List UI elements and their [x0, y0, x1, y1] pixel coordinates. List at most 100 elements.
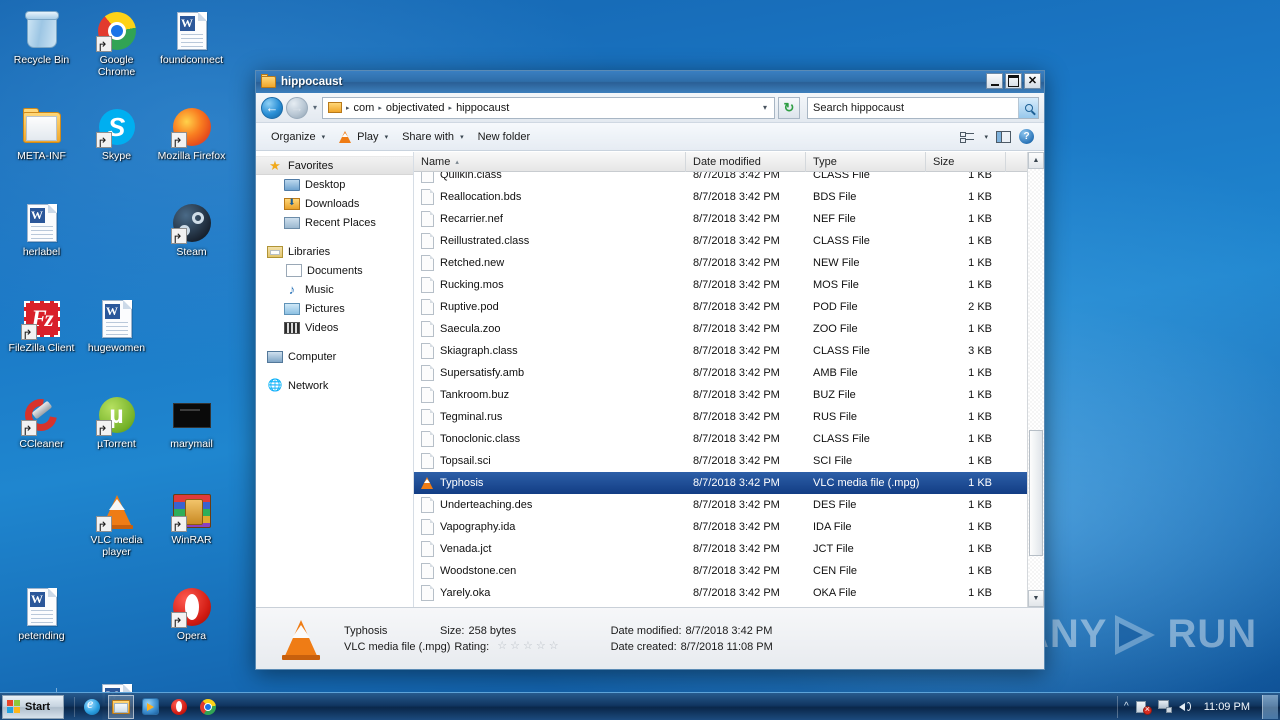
- file-explorer-window[interactable]: hippocaust ✕ ← → ▾ ▸ com ▸ objectivated …: [255, 70, 1045, 670]
- recent-locations-dropdown-icon[interactable]: ▾: [313, 103, 317, 112]
- table-row[interactable]: Recarrier.nef 8/7/2018 3:42 PM NEF File 1 K…: [414, 208, 1027, 230]
- new-folder-button[interactable]: New folder: [471, 128, 538, 146]
- search-box[interactable]: Search hippocaust: [807, 96, 1039, 119]
- table-row[interactable]: Tonoclonic.class 8/7/2018 3:42 PM CLASS Fi…: [414, 428, 1027, 450]
- breadcrumb-separator[interactable]: ▸: [447, 104, 455, 112]
- table-row[interactable]: Supersatisfy.amb 8/7/2018 3:42 PM AMB File…: [414, 362, 1027, 384]
- desktop-icon-herlabel[interactable]: W herlabel: [4, 198, 79, 294]
- table-row[interactable]: Tankroom.buz 8/7/2018 3:42 PM BUZ File 1 KB: [414, 384, 1027, 406]
- sidebar-item-downloads[interactable]: Downloads: [256, 194, 413, 213]
- start-button[interactable]: Start: [2, 694, 64, 719]
- table-row[interactable]: Ruptive.pod 8/7/2018 3:42 PM POD File 2 KB: [414, 296, 1027, 318]
- desktop-icon-meta-inf[interactable]: META-INF: [4, 102, 79, 198]
- desktop-icon-ccleaner[interactable]: CCleaner: [4, 390, 79, 486]
- preview-pane-icon[interactable]: [996, 130, 1011, 143]
- table-row[interactable]: Venada.jct 8/7/2018 3:42 PM JCT File 1 KB: [414, 538, 1027, 560]
- taskbar-item-opera[interactable]: [166, 695, 192, 719]
- volume-icon[interactable]: [1178, 700, 1193, 713]
- clock[interactable]: 11:09 PM: [1200, 701, 1254, 713]
- scrollbar-track[interactable]: [1028, 169, 1044, 590]
- taskbar-item-windows-media-player[interactable]: [137, 695, 163, 719]
- desktop[interactable]: Recycle Bin Google Chrome W foundconnect…: [0, 0, 1280, 720]
- network-icon[interactable]: [1157, 700, 1172, 713]
- column-header-name[interactable]: Name ▴: [414, 151, 686, 172]
- sidebar-item-favorites[interactable]: ★ Favorites: [256, 156, 413, 175]
- table-row[interactable]: Underteaching.des 8/7/2018 3:42 PM DES Fil…: [414, 494, 1027, 516]
- table-row[interactable]: Rucking.mos 8/7/2018 3:42 PM MOS File 1 KB: [414, 274, 1027, 296]
- window-titlebar[interactable]: hippocaust ✕: [256, 71, 1044, 93]
- table-row[interactable]: Topsail.sci 8/7/2018 3:42 PM SCI File 1 KB: [414, 450, 1027, 472]
- table-row[interactable]: Vapography.ida 8/7/2018 3:42 PM IDA File 1 …: [414, 516, 1027, 538]
- desktop-icon-marymail[interactable]: marymail: [154, 390, 229, 486]
- table-row[interactable]: Reallocation.bds 8/7/2018 3:42 PM BDS File…: [414, 186, 1027, 208]
- desktop-icon-winrar[interactable]: WinRAR: [154, 486, 229, 582]
- rating-star[interactable]: ☆: [536, 641, 546, 652]
- breadcrumb-separator[interactable]: ▸: [376, 104, 384, 112]
- sidebar-item-recent-places[interactable]: Recent Places: [256, 213, 413, 232]
- desktop-icon-google-chrome[interactable]: Google Chrome: [79, 6, 154, 102]
- table-row[interactable]: Reillustrated.class 8/7/2018 3:42 PM CLASS…: [414, 230, 1027, 252]
- desktop-icon-hugewomen[interactable]: W hugewomen: [79, 294, 154, 390]
- table-row[interactable]: Tegminal.rus 8/7/2018 3:42 PM RUS File 1 KB: [414, 406, 1027, 428]
- view-options-icon[interactable]: [960, 131, 975, 143]
- breadcrumb-item-com[interactable]: com: [352, 102, 377, 114]
- taskbar-item-windows-explorer[interactable]: [108, 694, 134, 719]
- sidebar-item-music[interactable]: ♪ Music: [256, 280, 413, 299]
- rating-star[interactable]: ☆: [523, 641, 533, 652]
- chevron-down-icon[interactable]: ▾: [759, 103, 771, 112]
- sidebar-item-computer[interactable]: Computer: [256, 347, 413, 366]
- desktop-icon-opera[interactable]: Opera: [154, 582, 229, 678]
- desktop-icon-skype[interactable]: S Skype: [79, 102, 154, 198]
- breadcrumb-separator[interactable]: ▸: [344, 104, 352, 112]
- desktop-icon-vlc-media-player[interactable]: VLC media player: [79, 486, 154, 582]
- sidebar-item-libraries[interactable]: Libraries: [256, 242, 413, 261]
- column-header-type[interactable]: Type: [806, 151, 926, 172]
- chevron-down-icon[interactable]: ▾: [984, 133, 988, 141]
- play-button[interactable]: Play ▾: [332, 128, 395, 146]
- show-desktop-icon[interactable]: [1262, 694, 1278, 719]
- desktop-icon-foundconnect[interactable]: W foundconnect: [154, 6, 229, 102]
- table-row[interactable]: Woodstone.cen 8/7/2018 3:42 PM CEN File 1 K…: [414, 560, 1027, 582]
- table-row[interactable]: Typhosis 8/7/2018 3:42 PM VLC media file (…: [414, 472, 1027, 494]
- desktop-icon-petending[interactable]: W petending: [4, 582, 79, 678]
- action-center-flag-icon[interactable]: [1135, 700, 1152, 715]
- file-list[interactable]: Quilkin.class 8/7/2018 3:42 PM CLASS File 1…: [414, 172, 1027, 607]
- search-icon[interactable]: [1018, 97, 1038, 118]
- table-row[interactable]: Retched.new 8/7/2018 3:42 PM NEW File 1 KB: [414, 252, 1027, 274]
- rating-star[interactable]: ☆: [510, 641, 520, 652]
- desktop-icon-utorrent[interactable]: µ µTorrent: [79, 390, 154, 486]
- column-header-size[interactable]: Size: [926, 151, 1006, 172]
- taskbar-item-chrome[interactable]: [195, 695, 221, 719]
- desktop-icon-steam[interactable]: Steam: [154, 198, 229, 294]
- column-header-date-modified[interactable]: Date modified: [686, 151, 806, 172]
- desktop-icon-recycle-bin[interactable]: Recycle Bin: [4, 6, 79, 102]
- forward-button[interactable]: →: [286, 96, 308, 119]
- sidebar-item-desktop[interactable]: Desktop: [256, 175, 413, 194]
- table-row[interactable]: Yarely.oka 8/7/2018 3:42 PM OKA File 1 KB: [414, 582, 1027, 604]
- breadcrumb-item-objectivated[interactable]: objectivated: [384, 102, 447, 114]
- taskbar-item-internet-explorer[interactable]: [79, 695, 105, 719]
- sidebar-item-documents[interactable]: Documents: [256, 261, 413, 280]
- sidebar-item-videos[interactable]: Videos: [256, 318, 413, 337]
- sidebar-item-network[interactable]: 🌐 Network: [256, 376, 413, 395]
- minimize-button[interactable]: [986, 73, 1003, 89]
- maximize-button[interactable]: [1005, 73, 1022, 89]
- share-with-button[interactable]: Share with ▾: [395, 128, 471, 146]
- desktop-icon-filezilla-client[interactable]: Fz FileZilla Client: [4, 294, 79, 390]
- desktop-icon-mozilla-firefox[interactable]: Mozilla Firefox: [154, 102, 229, 198]
- sidebar-item-pictures[interactable]: Pictures: [256, 299, 413, 318]
- organize-button[interactable]: Organize ▾: [264, 128, 332, 146]
- help-icon[interactable]: ?: [1019, 129, 1034, 144]
- table-row[interactable]: Quilkin.class 8/7/2018 3:42 PM CLASS File 1…: [414, 172, 1027, 186]
- table-row[interactable]: Skiagraph.class 8/7/2018 3:42 PM CLASS Fil…: [414, 340, 1027, 362]
- show-hidden-icons-icon[interactable]: ^: [1124, 701, 1129, 712]
- vertical-scrollbar[interactable]: ▲ ▼: [1027, 152, 1044, 607]
- rating-star[interactable]: ☆: [497, 641, 507, 652]
- scrollbar-thumb[interactable]: [1029, 430, 1043, 557]
- close-button[interactable]: ✕: [1024, 73, 1041, 89]
- scroll-up-button[interactable]: ▲: [1028, 152, 1044, 169]
- table-row[interactable]: Saecula.zoo 8/7/2018 3:42 PM ZOO File 1 KB: [414, 318, 1027, 340]
- navigation-pane[interactable]: ★ Favorites Desktop Downloads Recent Pla…: [256, 152, 414, 607]
- search-input[interactable]: Search hippocaust: [813, 102, 1018, 114]
- rating-star[interactable]: ☆: [549, 641, 559, 652]
